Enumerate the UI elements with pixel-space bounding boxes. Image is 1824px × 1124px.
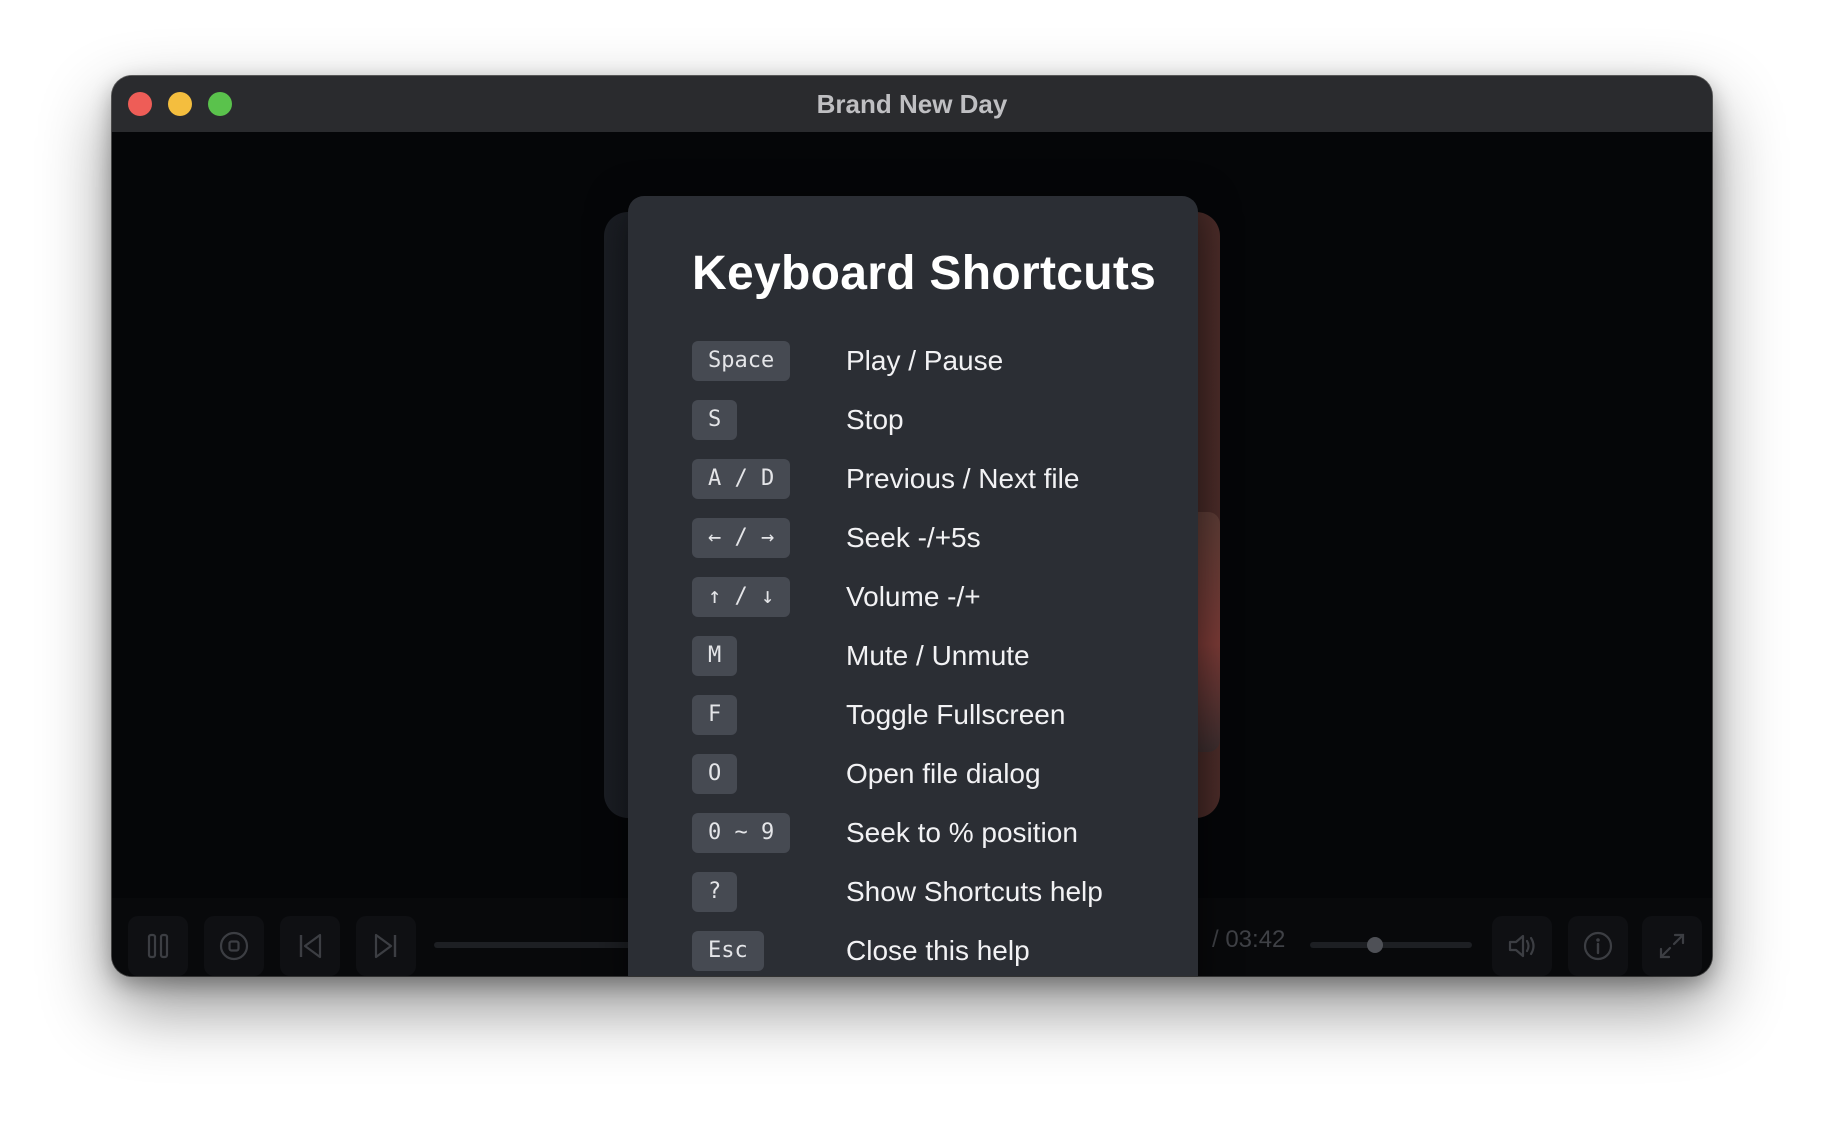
- info-button[interactable]: [1568, 916, 1628, 976]
- pause-icon: [147, 933, 169, 959]
- player-window: Brand New Day / 03:42 Keyboard Shortcuts…: [112, 76, 1712, 976]
- skip-next-icon: [374, 933, 397, 959]
- shortcut-key: S: [692, 400, 738, 440]
- shortcut-action: Play / Pause: [846, 345, 1004, 376]
- volume-icon: [1508, 934, 1535, 958]
- shortcut-action: Seek to % position: [846, 817, 1078, 848]
- volume-slider-handle[interactable]: [1366, 937, 1383, 953]
- stop-button[interactable]: [204, 916, 264, 976]
- skip-previous-icon: [299, 933, 322, 959]
- shortcut-key: ← / →: [692, 518, 791, 558]
- shortcut-key: ↑ / ↓: [692, 577, 791, 617]
- fullscreen-icon: [1659, 933, 1685, 959]
- shortcut-key: O: [692, 754, 738, 794]
- shortcut-key: Esc: [692, 931, 764, 971]
- shortcut-action: Close this help: [846, 935, 1030, 966]
- shortcut-action: Open file dialog: [846, 758, 1041, 789]
- shortcut-action: Stop: [846, 404, 904, 435]
- shortcut-action: Show Shortcuts help: [846, 876, 1103, 907]
- shortcut-action: Toggle Fullscreen: [846, 699, 1066, 730]
- volume-button[interactable]: [1492, 916, 1552, 976]
- title-bar: Brand New Day: [112, 76, 1712, 133]
- previous-file-button[interactable]: [280, 916, 340, 976]
- shortcut-key: F: [692, 695, 738, 735]
- shortcut-key: A / D: [692, 459, 791, 499]
- pause-button[interactable]: [128, 916, 188, 976]
- window-title: Brand New Day: [816, 89, 1008, 119]
- volume-slider[interactable]: [1310, 942, 1472, 948]
- shortcut-key: Space: [692, 341, 791, 381]
- next-file-button[interactable]: [356, 916, 416, 976]
- total-time: / 03:42: [1212, 926, 1286, 953]
- shortcut-action: Mute / Unmute: [846, 640, 1030, 671]
- shortcut-action: Previous / Next file: [846, 463, 1080, 494]
- keyboard-shortcuts-dialog: Keyboard Shortcuts Space Play / Pause S …: [628, 196, 1198, 976]
- dialog-title: Keyboard Shortcuts: [692, 247, 1157, 300]
- info-icon: [1583, 931, 1613, 961]
- shortcut-key: 0 ~ 9: [692, 813, 791, 853]
- shortcut-action: Seek -/+5s: [846, 522, 981, 553]
- shortcut-key: ?: [692, 872, 738, 912]
- stop-icon: [219, 931, 249, 961]
- fullscreen-button[interactable]: [1642, 916, 1702, 976]
- shortcut-action: Volume -/+: [846, 581, 981, 612]
- shortcut-key: M: [692, 636, 738, 676]
